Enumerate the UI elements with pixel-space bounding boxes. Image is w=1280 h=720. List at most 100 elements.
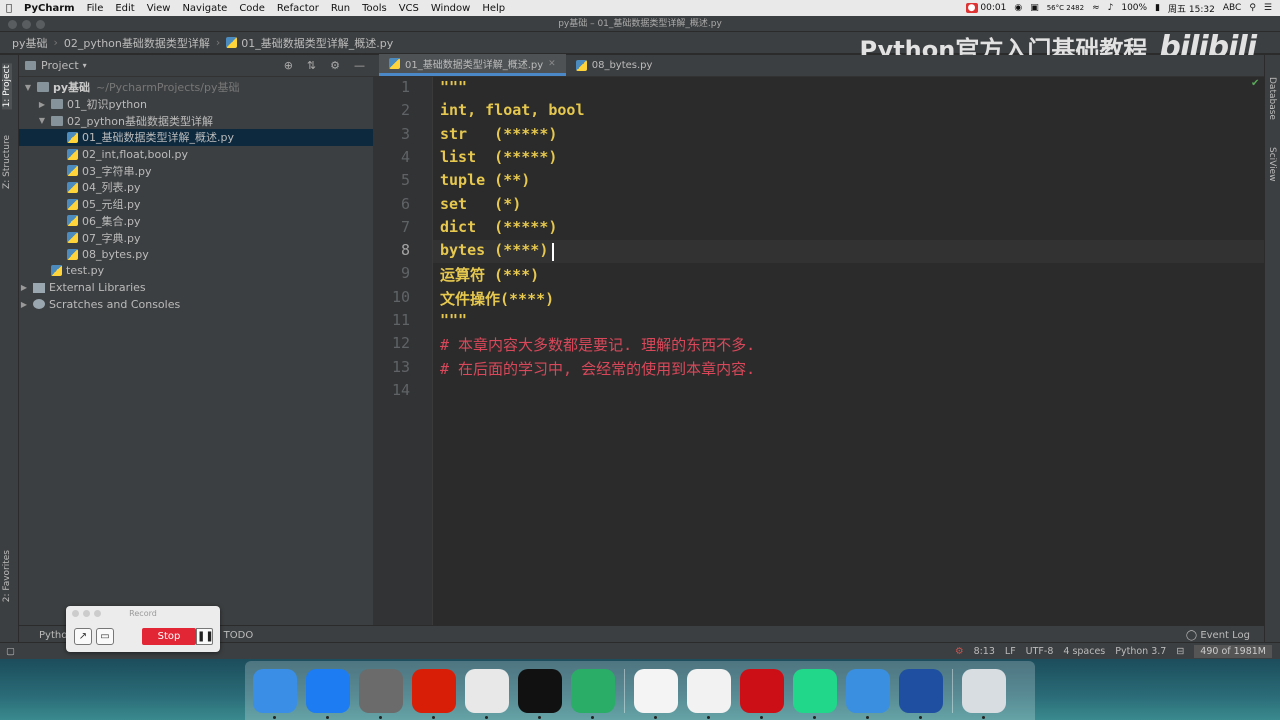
- status-left-icon[interactable]: ▢: [6, 646, 15, 657]
- wifi-icon[interactable]: ≈: [1092, 3, 1100, 13]
- tree-external-libraries[interactable]: ▶ External Libraries: [19, 279, 373, 296]
- menu-view[interactable]: View: [141, 3, 177, 14]
- code-line[interactable]: int, float, bool: [440, 101, 585, 119]
- expand-arrow-icon[interactable]: ▼: [23, 83, 33, 92]
- tab-overview-file[interactable]: 01_基础数据类型详解_概述.py ✕: [379, 54, 566, 76]
- breadcrumb-file[interactable]: 01_基础数据类型详解_概述.py: [241, 35, 393, 51]
- volume-icon[interactable]: ♪: [1108, 3, 1114, 13]
- clock[interactable]: 周五 15:32: [1168, 2, 1215, 15]
- expand-arrow-icon[interactable]: ▼: [37, 116, 47, 125]
- breadcrumb-folder[interactable]: 02_python基础数据类型详解: [64, 35, 210, 51]
- minimize-window-button[interactable]: [22, 20, 31, 29]
- clipboard-tray-icon[interactable]: ▣: [1030, 3, 1039, 13]
- tool-tab-database[interactable]: Database: [1267, 77, 1277, 120]
- code-line[interactable]: dict (*****): [440, 218, 557, 236]
- chevron-down-icon[interactable]: ▾: [83, 61, 87, 70]
- tree-file[interactable]: 07_字典.py: [19, 229, 373, 246]
- dock-app-icon[interactable]: [899, 668, 943, 719]
- battery-icon[interactable]: ▮: [1155, 3, 1160, 13]
- event-log-button[interactable]: ◯ Event Log: [1186, 630, 1250, 641]
- file-encoding[interactable]: UTF-8: [1026, 646, 1054, 657]
- code-line[interactable]: list (*****): [440, 148, 557, 166]
- locate-icon[interactable]: ⊕: [284, 59, 293, 72]
- tree-file[interactable]: 06_集合.py: [19, 213, 373, 230]
- project-view-selector[interactable]: Project: [41, 59, 79, 72]
- gear-icon[interactable]: ⚙: [330, 59, 340, 72]
- dock-app-icon[interactable]: [687, 668, 731, 719]
- wechat-tray-icon[interactable]: ◉: [1014, 3, 1022, 13]
- dock-app-icon[interactable]: [846, 668, 890, 719]
- tool-tab-sciview[interactable]: SciView: [1267, 147, 1277, 182]
- menu-code[interactable]: Code: [233, 3, 271, 14]
- close-icon[interactable]: ✕: [548, 59, 556, 69]
- dock-app-icon[interactable]: [793, 668, 837, 719]
- menu-refactor[interactable]: Refactor: [271, 3, 325, 14]
- zoom-window-button[interactable]: [36, 20, 45, 29]
- menu-edit[interactable]: Edit: [109, 3, 140, 14]
- close-window-button[interactable]: [8, 20, 17, 29]
- collapse-all-icon[interactable]: ⇅: [307, 59, 316, 72]
- collapse-arrow-icon[interactable]: ▶: [19, 300, 29, 309]
- dock-app-icon[interactable]: [359, 668, 403, 719]
- code-line[interactable]: """: [440, 311, 467, 329]
- tool-tab-todo[interactable]: TODO: [224, 630, 254, 641]
- code-line[interactable]: 运算符 (***): [440, 264, 539, 285]
- tree-file[interactable]: 05_元组.py: [19, 196, 373, 213]
- tree-file[interactable]: 01_基础数据类型详解_概述.py: [19, 129, 373, 146]
- dock-app-icon[interactable]: [253, 668, 297, 719]
- menu-file[interactable]: File: [81, 3, 110, 14]
- code-line[interactable]: 文件操作(****): [440, 288, 554, 309]
- tree-file[interactable]: 04_列表.py: [19, 179, 373, 196]
- line-separator[interactable]: LF: [1005, 646, 1016, 657]
- temperature-readout[interactable]: 56°C 2482: [1047, 4, 1084, 12]
- dock-app-icon[interactable]: [962, 668, 1006, 719]
- tree-scratches[interactable]: ▶ Scratches and Consoles: [19, 296, 373, 313]
- indentation[interactable]: 4 spaces: [1063, 646, 1105, 657]
- recording-indicator[interactable]: ● 00:01: [965, 3, 1006, 13]
- battery-percent[interactable]: 100%: [1121, 3, 1147, 13]
- menu-run[interactable]: Run: [325, 3, 356, 14]
- interpreter[interactable]: Python 3.7: [1115, 646, 1166, 657]
- stop-button[interactable]: Stop: [142, 628, 196, 645]
- dock-app-icon[interactable]: [740, 668, 784, 719]
- code-line[interactable]: """: [440, 78, 467, 96]
- tab-bytes-file[interactable]: 08_bytes.py: [566, 54, 663, 76]
- menu-vcs[interactable]: VCS: [393, 3, 425, 14]
- dock-app-icon[interactable]: [306, 668, 350, 719]
- dock-app-icon[interactable]: [518, 668, 562, 719]
- code-line[interactable]: str (*****): [440, 125, 557, 143]
- menu-list-icon[interactable]: ☰: [1264, 3, 1272, 13]
- code-line[interactable]: tuple (**): [440, 171, 530, 189]
- tree-file[interactable]: 08_bytes.py: [19, 246, 373, 263]
- code-line[interactable]: # 本章内容大多数都是要记. 理解的东西不多.: [440, 334, 755, 355]
- search-icon[interactable]: ⚲: [1249, 3, 1256, 13]
- code-line[interactable]: set (*): [440, 195, 521, 213]
- collapse-arrow-icon[interactable]: ▶: [19, 283, 29, 292]
- lock-icon[interactable]: ⊟: [1176, 646, 1184, 657]
- memory-indicator[interactable]: 490 of 1981M: [1194, 644, 1272, 658]
- pause-icon[interactable]: ❚❚: [196, 628, 214, 645]
- menu-navigate[interactable]: Navigate: [176, 3, 233, 14]
- code-line[interactable]: # 在后面的学习中, 会经常的使用到本章内容.: [440, 358, 755, 379]
- camera-icon[interactable]: ▭: [96, 628, 114, 645]
- menu-help[interactable]: Help: [476, 3, 511, 14]
- dock-app-icon[interactable]: [465, 668, 509, 719]
- tree-root[interactable]: ▼ py基础 ~/PycharmProjects/py基础: [19, 79, 373, 96]
- inspection-ok-icon[interactable]: ✔: [1251, 78, 1259, 89]
- input-method[interactable]: ABC: [1223, 3, 1241, 13]
- cursor-position[interactable]: 8:13: [974, 646, 995, 657]
- menu-app-name[interactable]: PyCharm: [18, 3, 81, 14]
- dock-app-icon[interactable]: [634, 668, 678, 719]
- tree-folder[interactable]: ▼ 02_python基础数据类型详解: [19, 112, 373, 129]
- tool-tab-project[interactable]: 1: Project: [2, 63, 12, 110]
- dock-app-icon[interactable]: [571, 668, 615, 719]
- tool-tab-favorites[interactable]: 2: Favorites: [2, 550, 12, 602]
- breadcrumb-project[interactable]: py基础: [12, 35, 48, 51]
- pen-icon[interactable]: ↗: [74, 628, 92, 645]
- dock-app-icon[interactable]: [412, 668, 456, 719]
- problems-icon[interactable]: ⚙: [955, 646, 964, 657]
- apple-icon[interactable]: : [0, 3, 18, 14]
- menu-tools[interactable]: Tools: [356, 3, 393, 14]
- code-line[interactable]: bytes (****): [440, 241, 548, 259]
- tree-file[interactable]: test.py: [19, 263, 373, 280]
